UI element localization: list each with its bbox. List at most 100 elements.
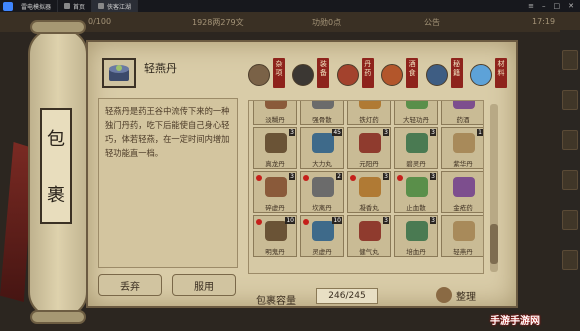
close-icon[interactable]: ✕ <box>568 2 574 10</box>
inventory-slot[interactable]: 3 健气丸 <box>347 215 391 257</box>
emulator-tab-home[interactable]: 首页 <box>58 0 93 12</box>
item-icon <box>265 177 287 197</box>
inventory-slot[interactable]: 金疮药 <box>441 171 483 213</box>
scrollbar-thumb[interactable] <box>490 224 498 264</box>
item-name: 药酒 <box>456 116 470 124</box>
hud-button[interactable] <box>562 170 578 190</box>
hud-button[interactable] <box>562 50 578 70</box>
item-name: 健气丸 <box>359 248 379 256</box>
item-icon <box>406 133 428 153</box>
inventory-slot[interactable]: 3 元阳丹 <box>347 127 391 169</box>
tab-food[interactable]: 酒食 <box>381 56 423 96</box>
item-icon <box>453 177 475 197</box>
use-button[interactable]: 服用 <box>172 274 236 296</box>
maximize-icon[interactable]: □ <box>554 2 561 10</box>
inventory-slot[interactable]: 药酒 <box>441 101 483 125</box>
tab-misc[interactable]: 杂项 <box>248 56 290 96</box>
tab-material[interactable]: 材料 <box>469 56 512 96</box>
discard-button[interactable]: 丢弃 <box>98 274 162 296</box>
inventory-slot[interactable]: 3 培血丹 <box>394 215 438 257</box>
tab-label: 杂项 <box>273 58 285 88</box>
tab-label: 材料 <box>494 58 507 88</box>
tab-label: 秘籍 <box>450 58 463 88</box>
inventory-slot[interactable]: 3 碎虚丹 <box>253 171 297 213</box>
tab-label: 装备 <box>317 58 330 88</box>
inventory-slot[interactable]: 强骨散 <box>300 101 344 125</box>
item-name: 大力丸 <box>312 160 332 168</box>
inventory-slot[interactable]: 10 灵虚丹 <box>300 215 344 257</box>
inventory-slot[interactable]: 45 大力丸 <box>300 127 344 169</box>
item-count: 10 <box>285 217 295 224</box>
pill-icon <box>336 64 359 86</box>
item-icon <box>453 221 475 241</box>
tab-medicine[interactable]: 丹药 <box>336 56 379 96</box>
item-count: 1 <box>477 129 483 136</box>
inventory-slot[interactable]: 大轻功丹 <box>394 101 438 125</box>
food-icon <box>381 64 404 86</box>
hud-money: 1928两279文 <box>192 18 244 27</box>
item-icon <box>406 101 428 109</box>
window-controls: ≡ – □ ✕ <box>528 2 580 10</box>
item-count: 3 <box>430 217 436 224</box>
emulator-tab-game[interactable]: 侠客江湖 <box>92 0 139 12</box>
inventory-slot[interactable]: 2 坎离丹 <box>300 171 344 213</box>
item-name: 明鬼丹 <box>265 248 285 256</box>
use-label: 服用 <box>194 281 214 293</box>
tab-label: 丹药 <box>361 58 374 88</box>
bag-side-tab[interactable]: 包 裹 <box>40 108 72 224</box>
menu-icon[interactable]: ≡ <box>528 2 534 10</box>
inventory-slot[interactable]: 铁灯药 <box>347 101 391 125</box>
sort-label: 整理 <box>456 291 476 303</box>
top-hud: 0/100 1928两279文 功勋0点 公告 17:19 <box>0 12 580 32</box>
grid-scrollbar[interactable] <box>490 104 498 272</box>
item-icon <box>453 101 475 109</box>
item-icon <box>265 101 287 109</box>
tab-label: 酒食 <box>406 58 419 88</box>
hud-clock: 17:19 <box>532 17 556 26</box>
hud-button[interactable] <box>562 130 578 150</box>
item-name: 止血散 <box>406 204 426 212</box>
inventory-slot[interactable]: 3 碧灵丹 <box>394 127 438 169</box>
crystal-icon <box>469 64 492 86</box>
item-name: 强骨散 <box>312 116 332 124</box>
game-screen: 0/100 1928两279文 功勋0点 公告 17:19 包 裹 轻燕丹 轻燕… <box>0 12 580 331</box>
item-name: 铁灯药 <box>359 116 379 124</box>
sack-icon <box>248 64 270 86</box>
inventory-slot[interactable]: 淡糊丹 <box>253 101 297 125</box>
item-name: 灵虚丹 <box>312 248 332 256</box>
item-icon <box>312 101 334 109</box>
item-icon <box>312 221 334 241</box>
hud-button[interactable] <box>562 250 578 270</box>
inventory-slot[interactable]: 3 真龙丹 <box>253 127 297 169</box>
inventory-slot[interactable]: 10 明鬼丹 <box>253 215 297 257</box>
book-icon <box>425 64 448 86</box>
item-name: 坎离丹 <box>312 204 332 212</box>
emulator-tab-label: 首页 <box>73 3 86 11</box>
inventory-slot[interactable]: 轻燕丹 <box>441 215 483 257</box>
hud-button[interactable] <box>562 90 578 110</box>
pill-box-graphic <box>109 65 129 81</box>
item-name: 金疮药 <box>453 204 473 212</box>
item-name: 轻燕丹 <box>453 248 473 256</box>
item-count: 3 <box>383 217 389 224</box>
inventory-panel: 轻燕丹 轻燕丹是药王谷中流传下来的一种独门丹药，吃下后能使自己身心轻巧，体若轻燕… <box>86 40 518 308</box>
inventory-slot[interactable]: 3 凝香丸 <box>347 171 391 213</box>
hud-notice[interactable]: 公告 <box>424 17 440 28</box>
hud-bag-counter: 0/100 <box>88 17 112 26</box>
item-name: 碎虚丹 <box>265 204 285 212</box>
tab-equipment[interactable]: 装备 <box>292 56 334 96</box>
inventory-slot[interactable]: 3 止血散 <box>394 171 438 213</box>
emulator-tab-app[interactable]: 雷电模拟器 <box>15 0 59 12</box>
tab-manual[interactable]: 秘籍 <box>425 56 468 96</box>
item-name: 淡糊丹 <box>265 116 285 124</box>
anvil-icon <box>292 64 315 86</box>
sack-sort-icon <box>436 287 452 303</box>
sort-button[interactable]: 整理 <box>436 284 476 306</box>
minimize-icon[interactable]: – <box>542 2 546 10</box>
inventory-slot[interactable]: 1 紫华丹 <box>441 127 483 169</box>
item-description: 轻燕丹是药王谷中流传下来的一种独门丹药，吃下后能使自己身心轻巧，体若轻燕，在一定… <box>105 106 230 158</box>
item-grid-inner: 淡糊丹 强骨散 铁灯药 大轻功丹 药酒 3 真龙丹 45 大力丸 3 元阳丹 3 碧灵丹 1 紫华丹 3 碎虚丹… <box>253 101 483 257</box>
hud-button[interactable] <box>562 210 578 230</box>
new-item-dot-icon <box>303 175 309 181</box>
item-name: 紫华丹 <box>453 160 473 168</box>
